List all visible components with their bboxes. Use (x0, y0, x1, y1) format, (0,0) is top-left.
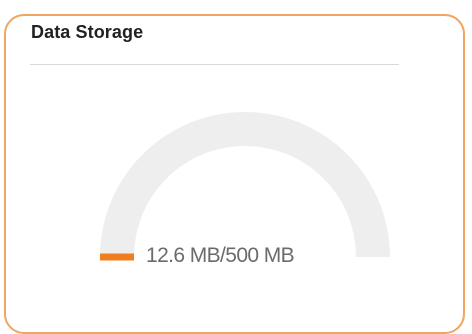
gauge-track (100, 112, 390, 258)
title-divider (30, 64, 399, 65)
card-title: Data Storage (31, 22, 144, 42)
storage-usage-value: 12.6 MB/500 MB (146, 244, 295, 267)
